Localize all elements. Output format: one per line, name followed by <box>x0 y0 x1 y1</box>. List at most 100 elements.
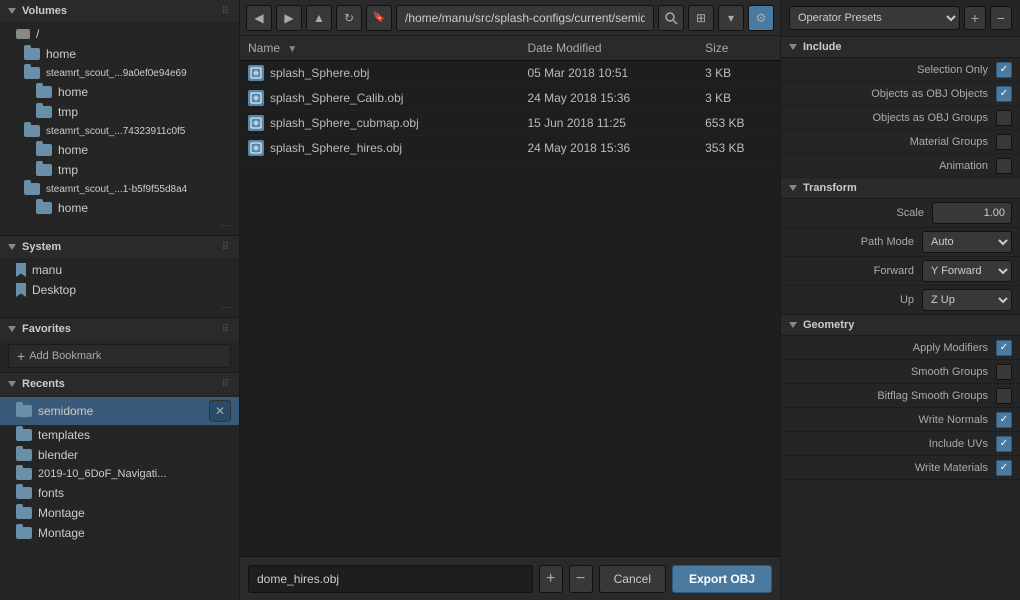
include-uvs-checkbox[interactable] <box>996 436 1012 452</box>
geometry-section-label: Geometry <box>803 319 854 331</box>
bookmark-add-button[interactable]: 🔖 <box>366 5 392 31</box>
col-header-name[interactable]: Name ▼ <box>240 36 519 61</box>
export-button[interactable]: Export OBJ <box>672 565 772 593</box>
recent-label-semidome: semidome <box>38 404 93 418</box>
volume-label-steamrt3: steamrt_scout_...1-b5f9f55d8a4 <box>46 184 187 195</box>
write-materials-checkbox[interactable] <box>996 460 1012 476</box>
volume-item-steamrt3[interactable]: steamrt_scout_...1-b5f9f55d8a4 <box>0 180 239 198</box>
recent-item-templates[interactable]: templates <box>0 425 239 445</box>
scale-input[interactable] <box>932 202 1012 224</box>
recent-label-templates: templates <box>38 428 90 442</box>
scale-label: Scale <box>793 207 932 219</box>
folder-icon <box>16 487 32 499</box>
up-button[interactable]: ▲ <box>306 5 332 31</box>
folder-icon <box>16 468 32 480</box>
table-row[interactable]: splash_Sphere_cubmap.obj 15 Jun 2018 11:… <box>240 111 780 136</box>
panel-row-selection-only: Selection Only <box>781 58 1020 82</box>
selection-only-checkbox[interactable] <box>996 62 1012 78</box>
volume-item-tmp2[interactable]: tmp <box>0 160 239 180</box>
view-toggle-button[interactable]: ⊞ <box>688 5 714 31</box>
drive-icon <box>16 29 30 39</box>
objects-obj-objects-checkbox[interactable] <box>996 86 1012 102</box>
geometry-section-header[interactable]: Geometry <box>781 315 1020 336</box>
obj-icon <box>248 140 264 156</box>
volume-label-home3: home <box>58 143 88 157</box>
volume-item-home3[interactable]: home <box>0 140 239 160</box>
selection-only-label: Selection Only <box>793 64 996 76</box>
smooth-groups-label: Smooth Groups <box>793 366 996 378</box>
recent-item-blender[interactable]: blender <box>0 445 239 465</box>
system-section: System ⠿ manu Desktop ··· <box>0 236 239 318</box>
filter-button[interactable]: ▾ <box>718 5 744 31</box>
recent-label-montage1: Montage <box>38 506 85 520</box>
volumes-triangle-icon <box>8 8 16 14</box>
material-groups-checkbox[interactable] <box>996 134 1012 150</box>
table-row[interactable]: splash_Sphere_hires.obj 24 May 2018 15:3… <box>240 136 780 161</box>
volume-item-home4[interactable]: home <box>0 198 239 218</box>
volume-item-steamrt2[interactable]: steamrt_scout_...74323911c0f5 <box>0 122 239 140</box>
sidebar-item-manu[interactable]: manu <box>0 260 239 280</box>
volume-item-steamrt1[interactable]: steamrt_scout_...9a0ef0e94e69 <box>0 64 239 82</box>
recents-header[interactable]: Recents ⠿ <box>0 373 239 395</box>
filename-minus-button[interactable]: − <box>569 565 593 593</box>
recent-label-fonts: fonts <box>38 486 64 500</box>
table-row[interactable]: splash_Sphere_Calib.obj 24 May 2018 15:3… <box>240 86 780 111</box>
volume-item-root[interactable]: / <box>0 24 239 44</box>
bitflag-smooth-groups-checkbox[interactable] <box>996 388 1012 404</box>
include-triangle-icon <box>789 44 797 50</box>
recent-item-montage2[interactable]: Montage <box>0 523 239 543</box>
objects-obj-groups-checkbox[interactable] <box>996 110 1012 126</box>
path-mode-select[interactable]: Auto <box>922 231 1012 253</box>
panel-row-path-mode: Path Mode Auto <box>781 228 1020 257</box>
recent-item-semidome[interactable]: semidome ✕ <box>0 397 239 425</box>
close-recent-semidome-button[interactable]: ✕ <box>209 400 231 422</box>
up-select[interactable]: Z Up <box>922 289 1012 311</box>
folder-icon <box>24 67 40 79</box>
favorites-header[interactable]: Favorites ⠿ <box>0 318 239 340</box>
preset-remove-button[interactable]: − <box>990 6 1012 30</box>
add-bookmark-label: Add Bookmark <box>29 350 101 362</box>
volume-item-home2[interactable]: home <box>0 82 239 102</box>
volume-item-home1[interactable]: home <box>0 44 239 64</box>
folder-icon <box>24 183 40 195</box>
col-header-size[interactable]: Size <box>697 36 780 61</box>
col-header-date[interactable]: Date Modified <box>519 36 697 61</box>
preset-select[interactable]: Operator Presets <box>789 6 960 30</box>
system-triangle-icon <box>8 244 16 250</box>
filename-input[interactable] <box>248 565 533 593</box>
back-button[interactable]: ◀ <box>246 5 272 31</box>
panel-row-animation: Animation <box>781 154 1020 178</box>
file-size: 653 KB <box>697 111 780 136</box>
filename-plus-button[interactable]: + <box>539 565 563 593</box>
smooth-groups-checkbox[interactable] <box>996 364 1012 380</box>
write-materials-label: Write Materials <box>793 462 996 474</box>
panel-row-objects-obj-objects: Objects as OBJ Objects <box>781 82 1020 106</box>
add-bookmark-button[interactable]: + Add Bookmark <box>8 344 231 368</box>
favorites-label: Favorites <box>22 323 71 335</box>
search-button[interactable] <box>658 5 684 31</box>
apply-modifiers-checkbox[interactable] <box>996 340 1012 356</box>
volume-item-tmp1[interactable]: tmp <box>0 102 239 122</box>
refresh-button[interactable]: ↻ <box>336 5 362 31</box>
animation-checkbox[interactable] <box>996 158 1012 174</box>
volumes-section: Volumes ⠿ / home steamrt_scout_...9a0ef0… <box>0 0 239 236</box>
forward-select[interactable]: Y Forward <box>922 260 1012 282</box>
system-header[interactable]: System ⠿ <box>0 236 239 258</box>
include-section-header[interactable]: Include <box>781 37 1020 58</box>
sidebar-item-desktop[interactable]: Desktop <box>0 280 239 300</box>
write-normals-checkbox[interactable] <box>996 412 1012 428</box>
table-row[interactable]: splash_Sphere.obj 05 Mar 2018 10:51 3 KB <box>240 61 780 86</box>
cancel-button[interactable]: Cancel <box>599 565 666 593</box>
recent-item-6dof[interactable]: 2019-10_6DoF_Navigati... <box>0 465 239 483</box>
path-input[interactable] <box>396 5 654 31</box>
settings-button[interactable]: ⚙ <box>748 5 774 31</box>
recent-item-fonts[interactable]: fonts <box>0 483 239 503</box>
app-container: Volumes ⠿ / home steamrt_scout_...9a0ef0… <box>0 0 1020 600</box>
transform-section-header[interactable]: Transform <box>781 178 1020 199</box>
preset-add-button[interactable]: + <box>964 6 986 30</box>
volume-label-steamrt1: steamrt_scout_...9a0ef0e94e69 <box>46 68 187 79</box>
recent-item-montage1[interactable]: Montage <box>0 503 239 523</box>
volumes-header[interactable]: Volumes ⠿ <box>0 0 239 22</box>
forward-button[interactable]: ▶ <box>276 5 302 31</box>
panel-row-scale: Scale <box>781 199 1020 228</box>
